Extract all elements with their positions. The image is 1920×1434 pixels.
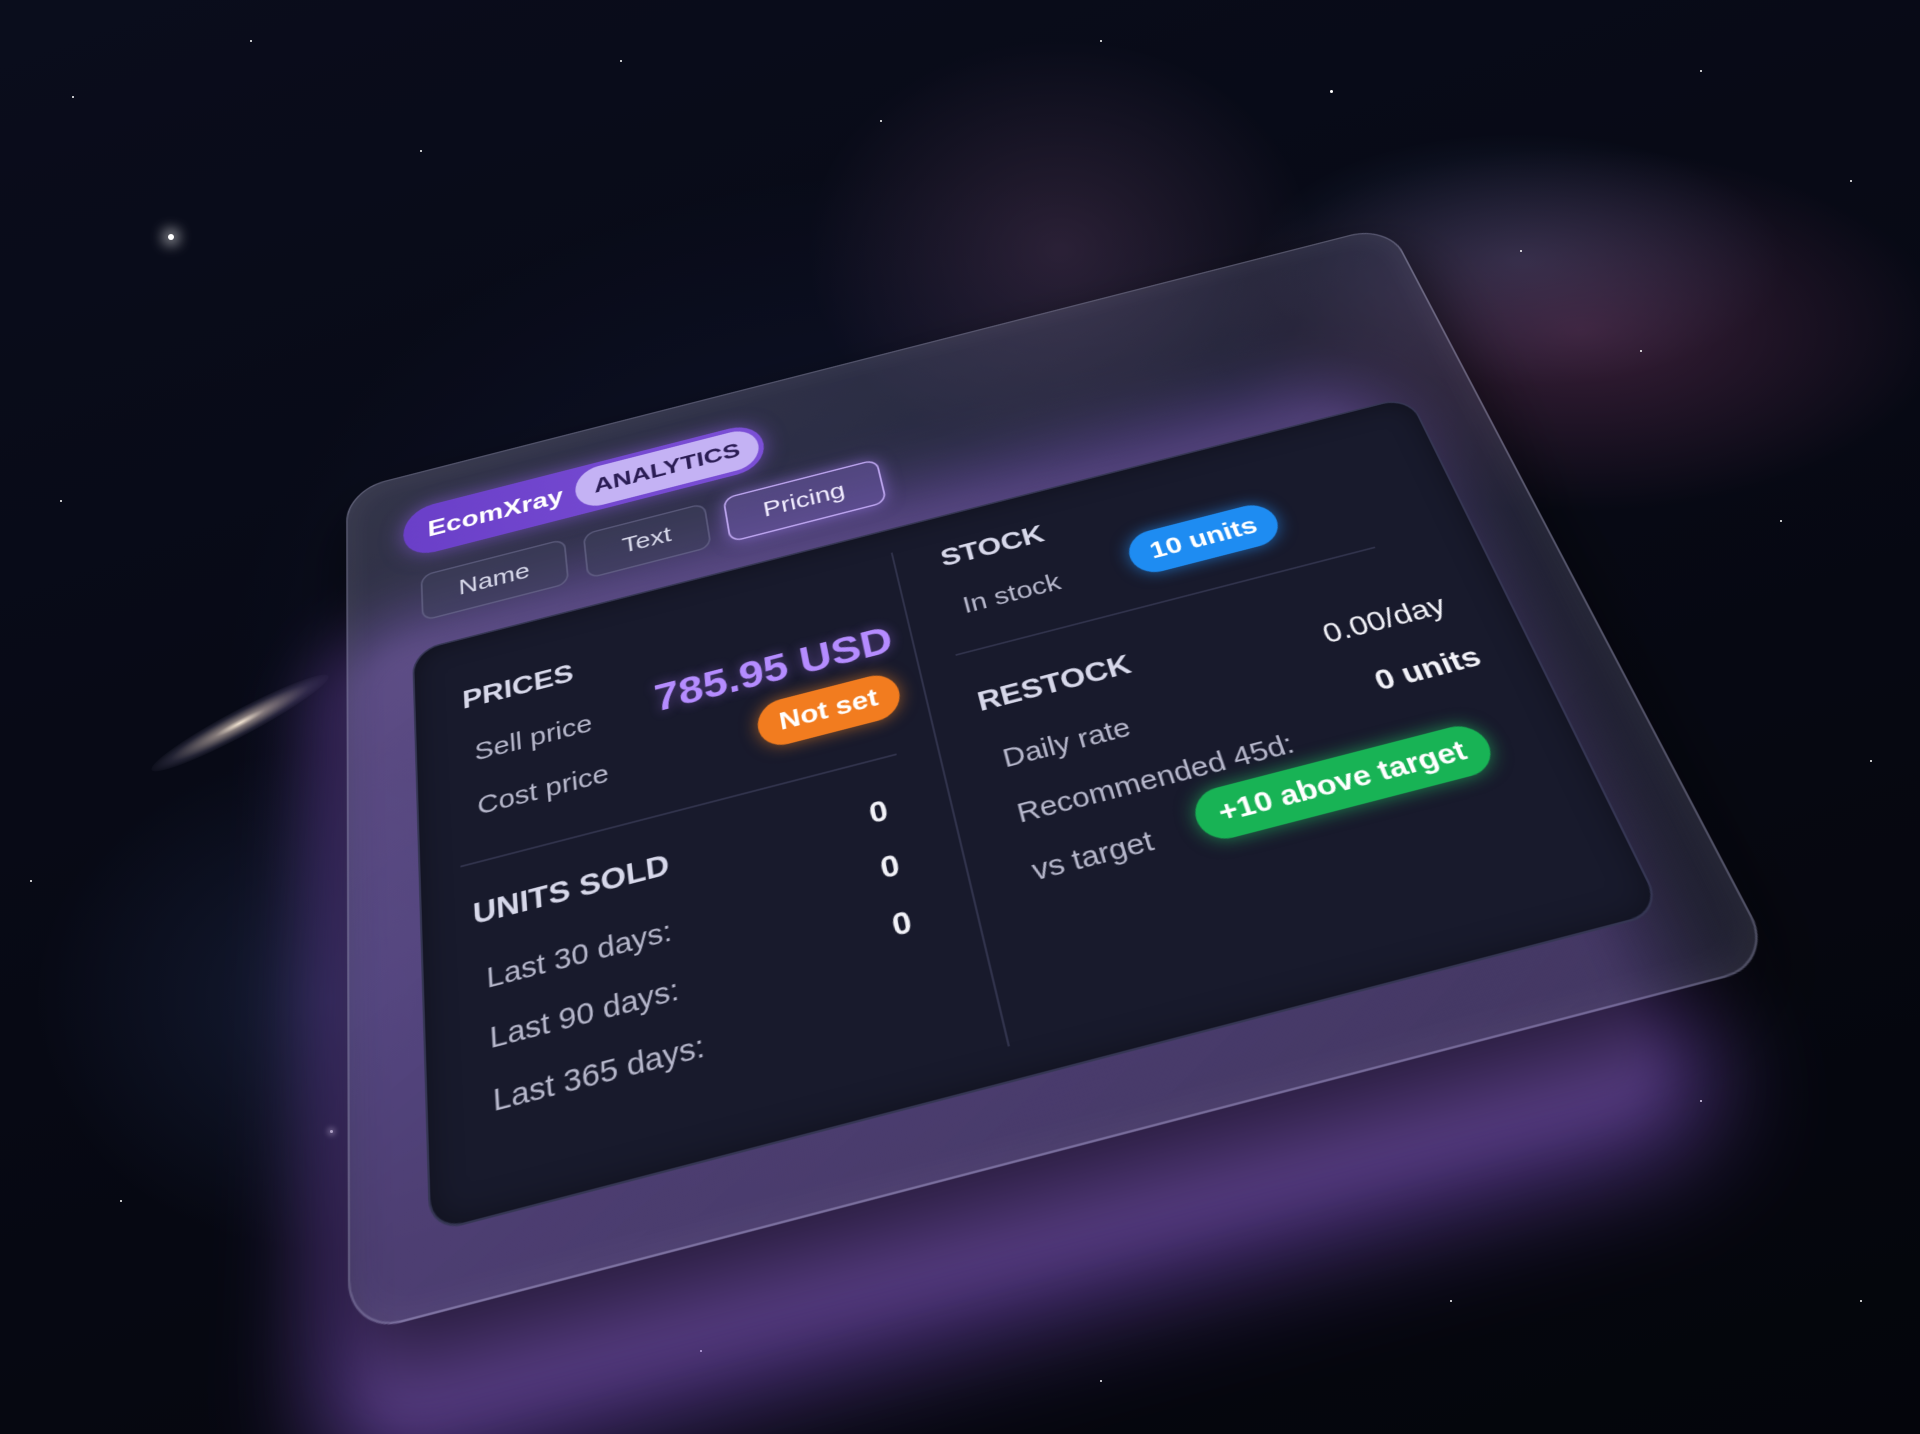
units-sold-30-value: 0 <box>866 793 891 831</box>
sell-price-label: Sell price <box>473 709 594 767</box>
tab-pricing[interactable]: Pricing <box>722 458 888 543</box>
in-stock-badge: 10 units <box>1123 499 1286 578</box>
recommended-value: 0 units <box>1369 639 1486 697</box>
brand-name: EcomXray <box>427 482 565 542</box>
units-sold-90-label: Last 90 days: <box>488 973 681 1056</box>
prices-title: PRICES <box>461 657 575 715</box>
stock-title: STOCK <box>937 519 1048 572</box>
tab-name[interactable]: Name <box>420 538 570 622</box>
analytics-card-3d: EcomXray ANALYTICS Name Text Pricing PRI… <box>346 224 1778 1434</box>
daily-rate-value: 0.00/day <box>1317 589 1451 650</box>
in-stock-label: In stock <box>959 568 1064 619</box>
units-sold-365-value: 0 <box>888 903 915 944</box>
daily-rate-label: Daily rate <box>999 712 1135 774</box>
units-sold-90-value: 0 <box>877 847 903 886</box>
prices-divider <box>460 753 897 868</box>
analytics-scene: EcomXray ANALYTICS Name Text Pricing PRI… <box>0 0 1920 1434</box>
units-sold-title: UNITS SOLD <box>472 847 671 932</box>
units-sold-365-label: Last 365 days: <box>492 1029 707 1119</box>
units-sold-30-label: Last 30 days: <box>485 915 674 995</box>
cost-price-label: Cost price <box>476 759 611 821</box>
tab-text[interactable]: Text <box>582 502 713 580</box>
restock-title: RESTOCK <box>974 648 1135 718</box>
recommended-label: Recommended 45d: <box>1013 728 1299 830</box>
column-divider <box>890 552 1010 1047</box>
vs-target-label: vs target <box>1028 825 1158 888</box>
vs-target-badge: +10 above target <box>1188 720 1500 845</box>
